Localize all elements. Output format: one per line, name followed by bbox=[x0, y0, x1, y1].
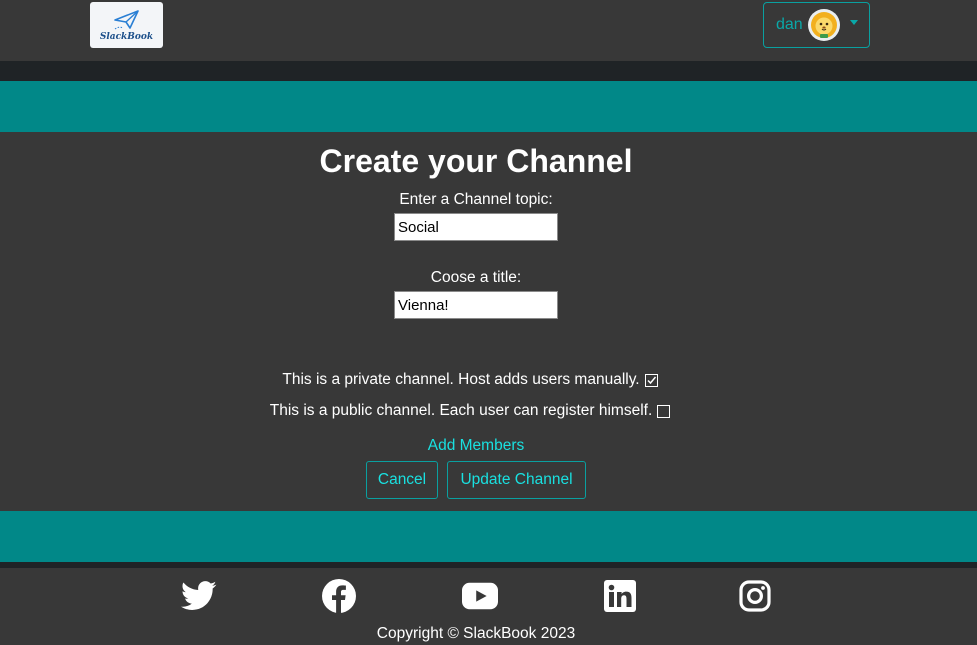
linkedin-link[interactable] bbox=[602, 578, 638, 614]
private-option-row: This is a private channel. Host adds use… bbox=[0, 371, 940, 389]
topic-input[interactable] bbox=[394, 213, 558, 241]
lion-avatar-icon bbox=[810, 12, 837, 38]
private-option-label: This is a private channel. Host adds use… bbox=[282, 371, 640, 388]
instagram-link[interactable] bbox=[737, 578, 773, 614]
brand-logo[interactable]: SlackBook bbox=[90, 2, 163, 48]
title-input[interactable] bbox=[394, 291, 558, 319]
update-channel-button[interactable]: Update Channel bbox=[447, 461, 586, 499]
facebook-icon bbox=[322, 579, 356, 613]
user-menu-dropdown[interactable]: dan bbox=[763, 2, 870, 48]
chevron-down-icon bbox=[849, 19, 858, 25]
linkedin-icon bbox=[604, 580, 636, 612]
checkmark-icon bbox=[647, 376, 656, 384]
top-banner bbox=[0, 81, 977, 132]
navbar: SlackBook dan bbox=[0, 0, 977, 61]
logo-text: SlackBook bbox=[99, 31, 154, 42]
paper-plane-icon bbox=[113, 9, 139, 29]
youtube-icon bbox=[462, 582, 498, 610]
add-members-link[interactable]: Add Members bbox=[0, 437, 952, 455]
header-divider bbox=[0, 61, 977, 81]
topic-label: Enter a Channel topic: bbox=[399, 191, 553, 208]
page-title: Create your Channel bbox=[319, 143, 633, 179]
title-label: Coose a title: bbox=[430, 269, 522, 286]
footer-divider bbox=[0, 562, 977, 568]
twitter-icon bbox=[181, 581, 217, 610]
bottom-banner bbox=[0, 511, 977, 562]
user-name: dan bbox=[776, 16, 803, 33]
avatar bbox=[807, 9, 840, 41]
public-checkbox[interactable] bbox=[657, 404, 671, 418]
public-option-label: This is a public channel. Each user can … bbox=[269, 402, 653, 419]
private-checkbox[interactable] bbox=[644, 373, 658, 387]
twitter-link[interactable] bbox=[181, 578, 217, 614]
public-option-row: This is a public channel. Each user can … bbox=[0, 402, 940, 420]
cancel-button[interactable]: Cancel bbox=[366, 461, 438, 499]
youtube-link[interactable] bbox=[462, 578, 498, 614]
copyright-text: Copyright © SlackBook 2023 bbox=[376, 625, 576, 642]
instagram-icon bbox=[739, 580, 771, 612]
facebook-link[interactable] bbox=[321, 578, 357, 614]
